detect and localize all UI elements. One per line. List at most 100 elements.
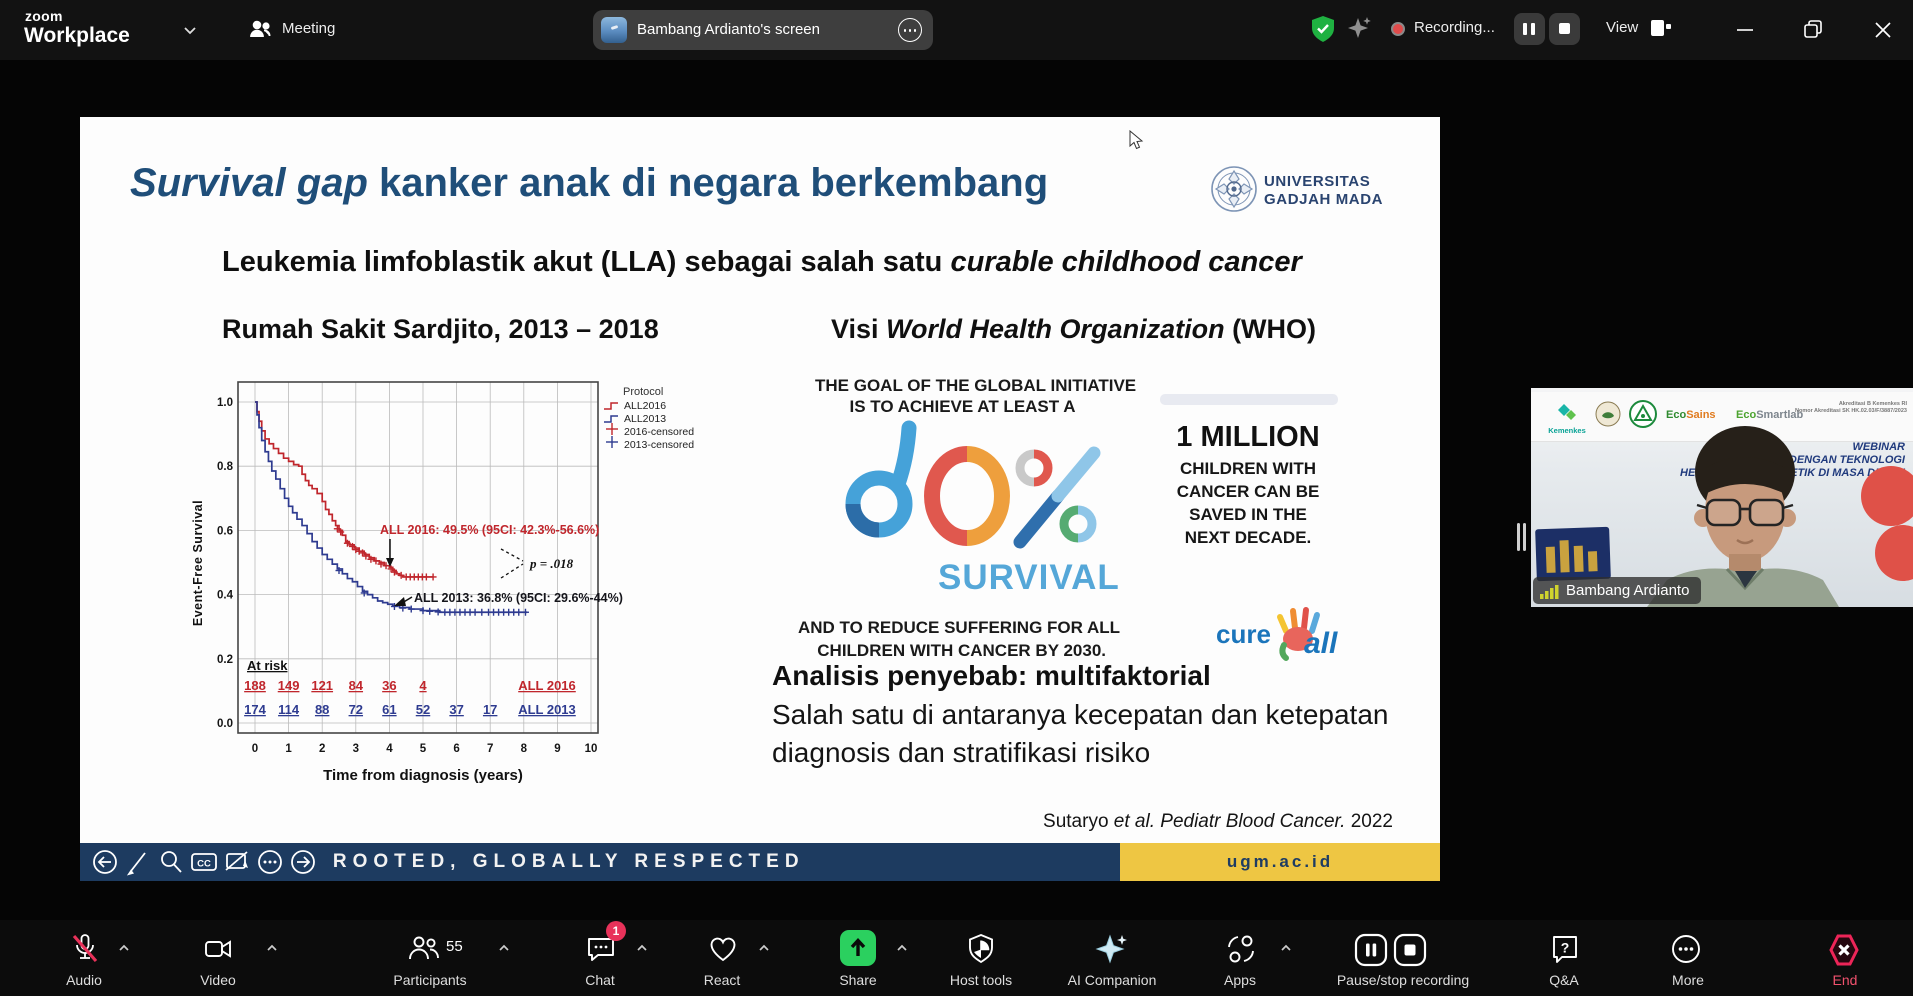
svg-text:0.0: 0.0 [217,718,233,730]
qa-button[interactable]: Q&A [1514,972,1614,988]
svg-text:7: 7 [487,743,493,755]
share-button-label[interactable]: Share [808,972,908,988]
meeting-toolbar: Audio Video 55 Participants 1 Chat React… [0,920,1913,996]
more-icon[interactable] [1669,932,1703,966]
svg-text:188: 188 [244,678,266,693]
apps-icon[interactable] [1224,932,1258,966]
svg-text:149: 149 [278,678,300,693]
connection-bars-icon [1540,582,1560,599]
ugm-logo-text: UNIVERSITAS GADJAH MADA [1264,173,1383,209]
close-button[interactable] [1868,17,1898,43]
ai-sparkle-icon[interactable] [1346,15,1374,43]
tab-meeting[interactable]: Meeting [282,20,335,37]
svg-text:0.6: 0.6 [217,525,233,537]
survival-label: SURVIVAL [938,558,1113,598]
view-button[interactable]: View [1606,19,1638,36]
react-heart-icon[interactable] [706,932,740,966]
end-meeting-icon[interactable] [1826,932,1862,968]
microphone-muted-icon[interactable] [68,932,102,966]
recording-dot-icon [1391,22,1405,36]
participants-button[interactable]: Participants [370,972,490,988]
svg-text:6: 6 [453,743,459,755]
annotation-toolbar[interactable]: CC [84,845,326,879]
more-options-icon[interactable] [255,847,285,877]
participants-caret[interactable] [498,944,510,952]
screen-thumbnail [601,17,627,43]
svg-text:52: 52 [416,702,430,717]
tab-shared-screen[interactable]: Bambang Ardianto's screen [593,10,933,50]
one-million-heading: 1 MILLION [1162,421,1334,454]
svg-text:88: 88 [315,702,329,717]
react-button[interactable]: React [672,972,772,988]
audio-options-caret[interactable] [118,944,130,952]
svg-text:Event-Free Survival: Event-Free Survival [191,500,205,626]
zoom-logo: zoom [25,8,63,24]
svg-text:17: 17 [483,702,497,717]
workplace-logo: Workplace [24,24,130,48]
svg-text:Protocol: Protocol [623,386,663,398]
layout-view-icon[interactable] [1650,19,1672,39]
qa-icon[interactable]: ? [1548,932,1582,966]
annotation-off-icon[interactable] [222,847,252,877]
video-camera-icon[interactable] [202,932,236,966]
apps-caret[interactable] [1280,944,1292,952]
kemenkes-icon [1555,401,1579,425]
more-button[interactable]: More [1638,972,1738,988]
next-slide-icon[interactable] [288,847,318,877]
security-shield-icon[interactable] [1310,15,1336,43]
shared-screen-area: Survival gap kanker anak di negara berke… [0,60,1913,920]
chat-button[interactable]: Chat [550,972,650,988]
ai-companion-button[interactable]: AI Companion [1052,972,1172,988]
sixty-percent-graphic [843,420,1105,554]
people-icon [248,17,274,43]
share-screen-button[interactable] [840,930,876,966]
kemenkes-label: Kemenkes [1539,426,1595,435]
chat-caret[interactable] [636,944,648,952]
host-tools-button[interactable]: Host tools [921,972,1041,988]
previous-slide-icon[interactable] [90,847,120,877]
pause-recording-button[interactable] [1514,13,1545,45]
svg-text:2: 2 [319,743,325,755]
svg-text:ALL 2013: 36.8% (95CI: 29.6%-4: ALL 2013: 36.8% (95CI: 29.6%-44%) [414,591,623,605]
end-button[interactable]: End [1812,972,1878,988]
apps-button[interactable]: Apps [1190,972,1290,988]
svg-text:0.2: 0.2 [217,654,233,666]
university-round-icon [1595,401,1621,427]
cureall-logo: cure all [1216,601,1348,665]
svg-text:10: 10 [585,743,598,755]
participants-icon[interactable] [406,932,442,966]
chevron-down-icon[interactable] [183,26,197,35]
video-options-caret[interactable] [266,944,278,952]
svg-text:ALL 2016: 49.5% (95CI: 42.3%-5: ALL 2016: 49.5% (95CI: 42.3%-56.6%) [380,523,599,537]
restore-button[interactable] [1798,17,1828,43]
react-caret[interactable] [758,944,770,952]
pen-icon[interactable] [123,847,153,877]
host-tools-shield-icon[interactable] [964,932,998,966]
closed-captions-icon[interactable]: CC [189,847,219,877]
stop-recording-icon[interactable] [1392,932,1428,968]
slide-subtitle: Leukemia limfoblastik akut (LLA) sebagai… [222,246,1302,279]
video-button[interactable]: Video [168,972,268,988]
share-caret[interactable] [896,944,908,952]
pause-stop-recording-button[interactable]: Pause/stop recording [1313,972,1493,988]
svg-text:2013-censored: 2013-censored [624,439,694,451]
svg-text:0: 0 [252,743,258,755]
svg-text:0.4: 0.4 [217,590,234,602]
audio-button[interactable]: Audio [34,972,134,988]
svg-text:61: 61 [382,702,396,717]
svg-text:p = .018: p = .018 [529,556,574,571]
pause-recording-icon[interactable] [1353,932,1389,968]
stop-recording-button[interactable] [1549,13,1580,45]
participant-video-tile[interactable]: Kemenkes EcoSains EcoSmartlab Akreditasi… [1531,388,1913,607]
participant-name: Bambang Ardianto [1566,582,1689,599]
tab-options-icon[interactable] [898,18,922,42]
ugm-emblem-icon [1210,165,1258,213]
ai-companion-icon[interactable] [1094,932,1132,968]
minimize-button[interactable] [1730,17,1760,43]
zoom-magnifier-icon[interactable] [156,847,186,877]
svg-text:114: 114 [278,702,300,717]
right-column-heading: Visi World Health Organization (WHO) [831,314,1316,345]
svg-text:2016-censored: 2016-censored [624,426,694,438]
svg-text:4: 4 [386,743,393,755]
svg-text:72: 72 [349,702,363,717]
